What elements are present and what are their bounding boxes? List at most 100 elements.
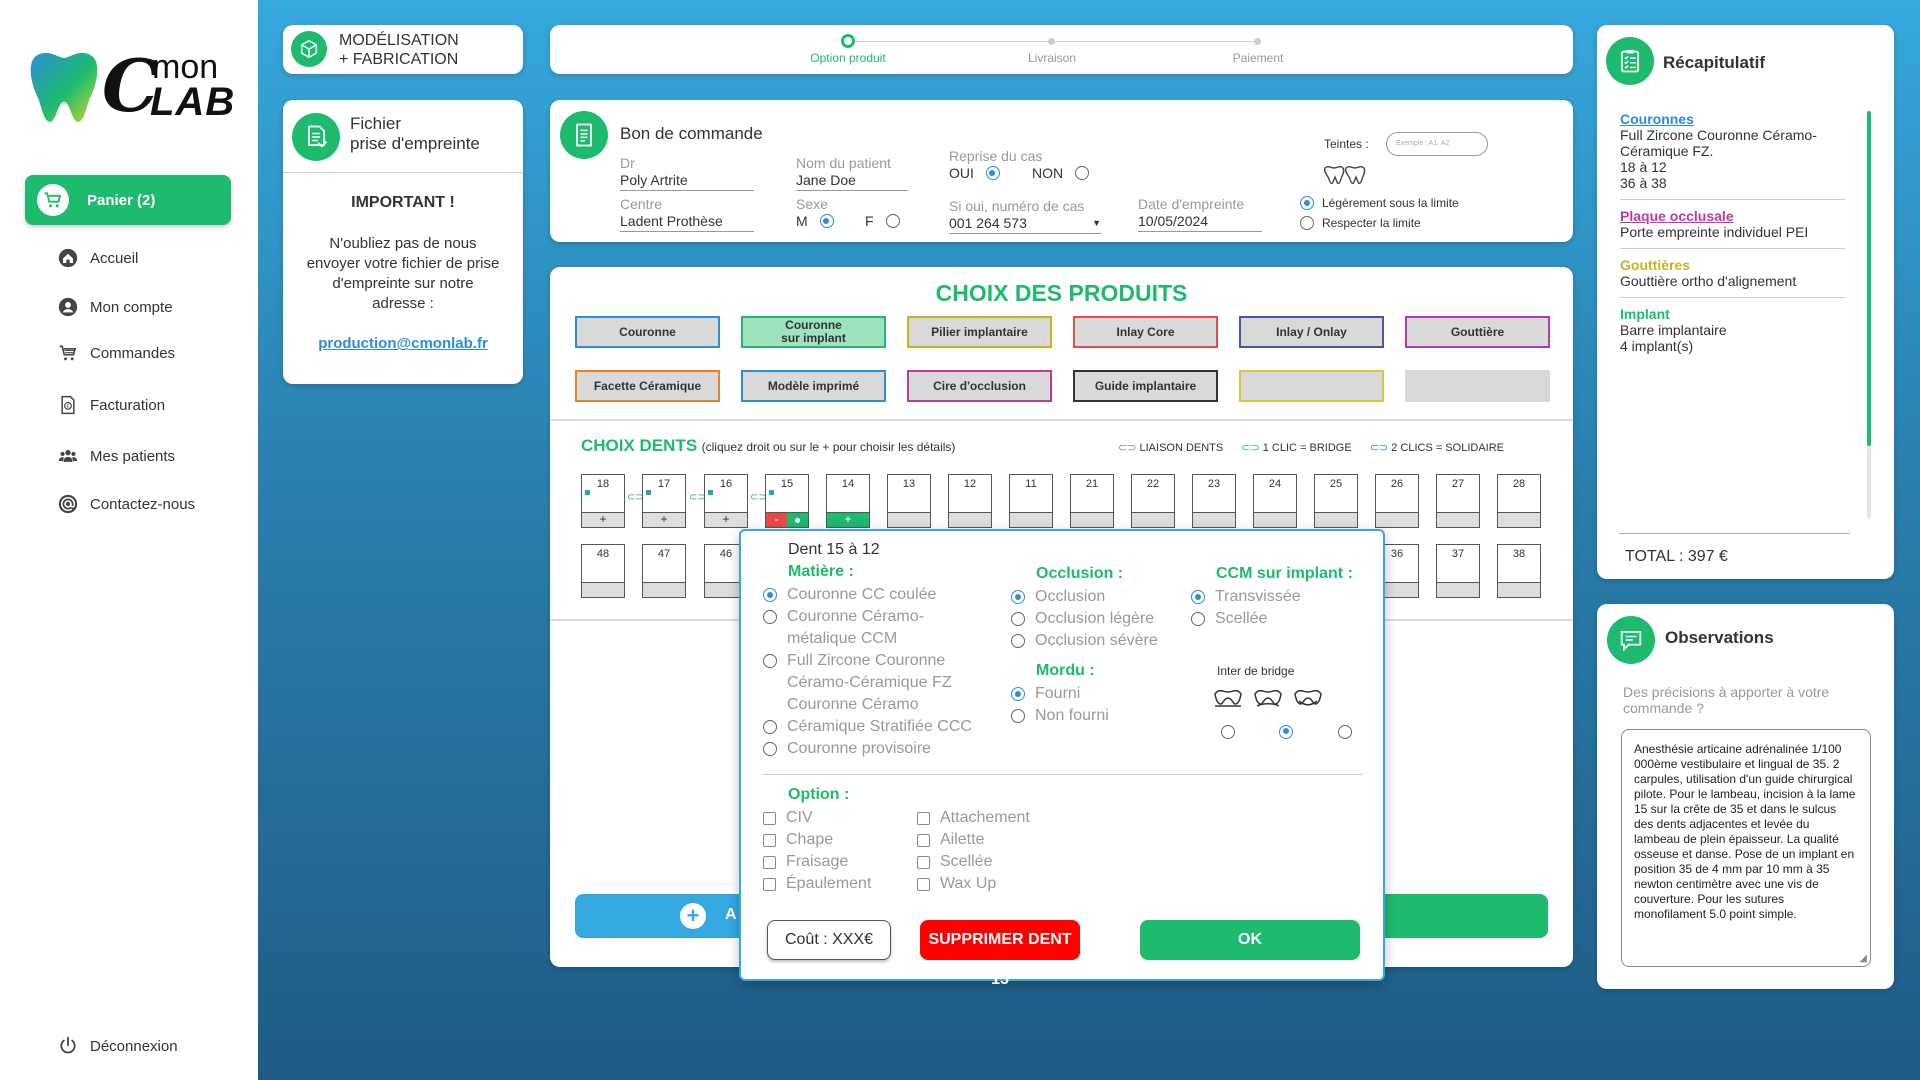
recap-item-implant[interactable]: Implant Barre implantaire 4 implant(s) (1620, 306, 1845, 354)
occlusion-option-2[interactable]: Occlusion légère (1011, 608, 1158, 630)
tooth-minus-button[interactable]: - (766, 512, 787, 527)
cart-button[interactable]: Panier (2) (25, 175, 231, 225)
tooth-plus-button[interactable]: + (827, 512, 869, 527)
tooth-plus-button[interactable]: + (643, 512, 685, 527)
tooth-detail-bar[interactable] (1071, 512, 1113, 527)
teintes-input[interactable]: Exemple : A1, A2 (1386, 132, 1488, 156)
ok-button[interactable]: OK (1140, 920, 1360, 960)
tooth-detail-bar[interactable] (1193, 512, 1235, 527)
mordu-option-1[interactable]: Fourni (1011, 683, 1109, 705)
tooth-detail-bar[interactable] (1498, 512, 1540, 527)
tooth-21[interactable]: 21 (1070, 474, 1114, 528)
matiere-option-1[interactable]: Couronne CC coulée (763, 584, 972, 606)
limite-option-2[interactable]: Respecter la limite (1300, 216, 1421, 230)
product-inlay-onlay[interactable]: Inlay / Onlay (1239, 316, 1384, 348)
matiere-radio-1[interactable] (763, 588, 777, 602)
tooth-detail-bar[interactable] (1315, 512, 1357, 527)
modelisation-card[interactable]: MODÉLISATION + FABRICATION (283, 25, 523, 74)
occlusion-radio-1[interactable] (1011, 590, 1025, 604)
tooth-38[interactable]: 38 (1497, 544, 1541, 598)
tooth-26[interactable]: 26 (1375, 474, 1419, 528)
tooth-18[interactable]: 18 + (581, 474, 625, 528)
product-empty-1[interactable] (1239, 370, 1384, 402)
recap-item-title[interactable]: Implant (1620, 306, 1845, 322)
nav-commandes[interactable]: Commandes (58, 340, 175, 366)
sexe-f-option[interactable]: F (865, 213, 900, 229)
observations-textarea[interactable]: Anesthésie articaine adrénalinée 1/100 0… (1621, 729, 1871, 967)
bridge-radio-1[interactable] (1221, 724, 1235, 739)
option-attachement-checkbox[interactable] (917, 811, 930, 825)
bridge-shape-2-icon[interactable] (1253, 686, 1283, 710)
tooth-status-dot[interactable] (787, 512, 808, 527)
tooth-14[interactable]: 14 + (826, 474, 870, 528)
tooth-48[interactable]: 48 (581, 544, 625, 598)
option-civ[interactable]: CIV (763, 807, 871, 829)
option-chape[interactable]: Chape (763, 829, 871, 851)
limite-radio-1[interactable] (1300, 196, 1314, 210)
tooth-47[interactable]: 47 (642, 544, 686, 598)
resize-handle-icon[interactable]: ◢ (1859, 951, 1867, 966)
occlusion-option-1[interactable]: Occlusion (1011, 586, 1158, 608)
matiere-radio-5[interactable] (763, 720, 777, 734)
reprise-non-option[interactable]: NON (1032, 165, 1090, 181)
option-epaulement[interactable]: Épaulement (763, 873, 871, 895)
tooth-detail-bar[interactable] (1437, 582, 1479, 597)
reprise-non-radio[interactable] (1075, 166, 1090, 180)
product-empty-2[interactable] (1405, 370, 1550, 402)
reprise-oui-radio[interactable] (985, 166, 1000, 180)
tooth-13[interactable]: 13 (887, 474, 931, 528)
step-dot-1[interactable] (841, 34, 855, 48)
product-couronne[interactable]: Couronne (575, 316, 720, 348)
email-link[interactable]: production@cmonlab.fr (283, 335, 523, 352)
mordu-option-2[interactable]: Non fourni (1011, 705, 1109, 727)
tooth-detail-bar[interactable] (1498, 582, 1540, 597)
nav-mes-patients[interactable]: Mes patients (58, 443, 175, 469)
mordu-radio-1[interactable] (1011, 687, 1025, 701)
occlusion-option-3[interactable]: Occlusion sévère (1011, 630, 1158, 652)
matiere-option-6[interactable]: Couronne provisoire (763, 738, 972, 760)
dr-value[interactable]: Poly Artrite (620, 172, 754, 191)
tooth-detail-bar[interactable] (1376, 512, 1418, 527)
bridge-shape-3-icon[interactable] (1293, 686, 1323, 710)
product-modele-imprime[interactable]: Modèle imprimé (741, 370, 886, 402)
reprise-oui-option[interactable]: OUI (949, 165, 1000, 181)
nav-accueil[interactable]: Accueil (58, 245, 138, 271)
tooth-23[interactable]: 23 (1192, 474, 1236, 528)
tooth-plus-button[interactable]: + (582, 512, 624, 527)
patient-value[interactable]: Jane Doe (796, 172, 908, 191)
step-label-1[interactable]: Option produit (788, 51, 908, 65)
nav-contactez-nous[interactable]: Contactez-nous (58, 491, 195, 517)
option-ailette-checkbox[interactable] (917, 833, 930, 847)
recap-item-title[interactable]: Plaque occlusale (1620, 208, 1845, 224)
matiere-option-5[interactable]: Céramique Stratifiée CCC (763, 716, 972, 738)
option-chape-checkbox[interactable] (763, 833, 776, 847)
tooth-28[interactable]: 28 (1497, 474, 1541, 528)
numero-select[interactable]: 001 264 573 ▼ (949, 215, 1101, 234)
sexe-m-radio[interactable] (819, 214, 834, 228)
tooth-24[interactable]: 24 (1253, 474, 1297, 528)
step-label-2[interactable]: Livraison (992, 51, 1112, 65)
tooth-detail-bar[interactable] (582, 582, 624, 597)
option-epaulement-checkbox[interactable] (763, 877, 776, 891)
tooth-37[interactable]: 37 (1436, 544, 1480, 598)
tooth-detail-bar[interactable] (1010, 512, 1052, 527)
recap-item-title[interactable]: Gouttières (1620, 257, 1845, 273)
tooth-detail-bar[interactable] (1132, 512, 1174, 527)
option-scellee[interactable]: Scellée (917, 851, 1030, 873)
tooth-16[interactable]: 16 + (704, 474, 748, 528)
tooth-plus-button[interactable]: + (705, 512, 747, 527)
mordu-radio-2[interactable] (1011, 709, 1025, 723)
option-attachement[interactable]: Attachement (917, 807, 1030, 829)
matiere-option-2[interactable]: Couronne Céramo- (763, 606, 972, 628)
limite-option-1[interactable]: Légèrement sous la limite (1300, 196, 1459, 210)
step-dot-2[interactable] (1048, 38, 1055, 45)
brand-logo[interactable]: C mon LAB (28, 46, 238, 126)
product-cire-occlusion[interactable]: Cire d'occlusion (907, 370, 1052, 402)
option-wax-up-checkbox[interactable] (917, 877, 930, 891)
tooth-12[interactable]: 12 (948, 474, 992, 528)
recap-item-title[interactable]: Couronnes (1620, 111, 1845, 127)
step-label-3[interactable]: Paiement (1198, 51, 1318, 65)
logout-button[interactable]: Déconnexion (58, 1033, 178, 1059)
tooth-17[interactable]: 17 + (642, 474, 686, 528)
tooth-detail-bar[interactable] (643, 582, 685, 597)
